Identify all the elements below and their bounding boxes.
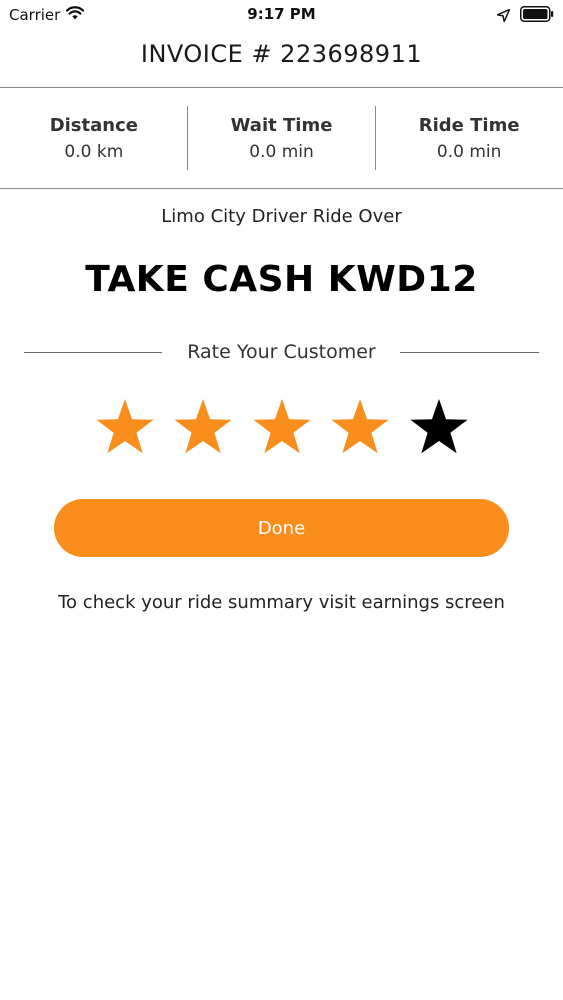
- stat-wait-time: Wait Time 0.0 min: [188, 88, 376, 188]
- stat-label: Wait Time: [230, 115, 333, 136]
- stat-divider: [375, 106, 376, 170]
- star-4-icon[interactable]: [329, 397, 391, 457]
- status-bar: Carrier 9:17 PM: [0, 0, 563, 30]
- ride-status-text: Limo City Driver Ride Over: [161, 206, 402, 227]
- stats-divider: [0, 188, 563, 189]
- status-time: 9:17 PM: [247, 5, 316, 23]
- star-1-icon[interactable]: [94, 397, 156, 457]
- stat-label: Distance: [49, 115, 138, 136]
- done-button[interactable]: Done: [54, 499, 509, 557]
- ride-summary-note: To check your ride summary visit earning…: [58, 592, 505, 613]
- stat-distance: Distance 0.0 km: [0, 88, 188, 188]
- status-right: [496, 6, 554, 26]
- take-cash-amount: TAKE CASH KWD12: [85, 259, 478, 300]
- rate-divider-right: [400, 352, 539, 353]
- star-5-icon[interactable]: [408, 397, 470, 457]
- stat-value: 0.0 min: [249, 142, 314, 162]
- star-rating[interactable]: [94, 397, 470, 457]
- stat-value: 0.0 min: [436, 142, 502, 162]
- stat-label: Ride Time: [418, 115, 520, 136]
- invoice-title: INVOICE # 223698911: [140, 40, 423, 68]
- stat-value: 0.0 km: [64, 142, 124, 162]
- stat-divider: [187, 106, 188, 170]
- ride-stats: Distance 0.0 km Wait Time 0.0 min Ride T…: [0, 88, 563, 188]
- star-2-icon[interactable]: [172, 397, 234, 457]
- location-arrow-icon: [496, 7, 511, 26]
- battery-icon: [520, 6, 554, 26]
- star-3-icon[interactable]: [251, 397, 313, 457]
- stat-ride-time: Ride Time 0.0 min: [375, 88, 563, 188]
